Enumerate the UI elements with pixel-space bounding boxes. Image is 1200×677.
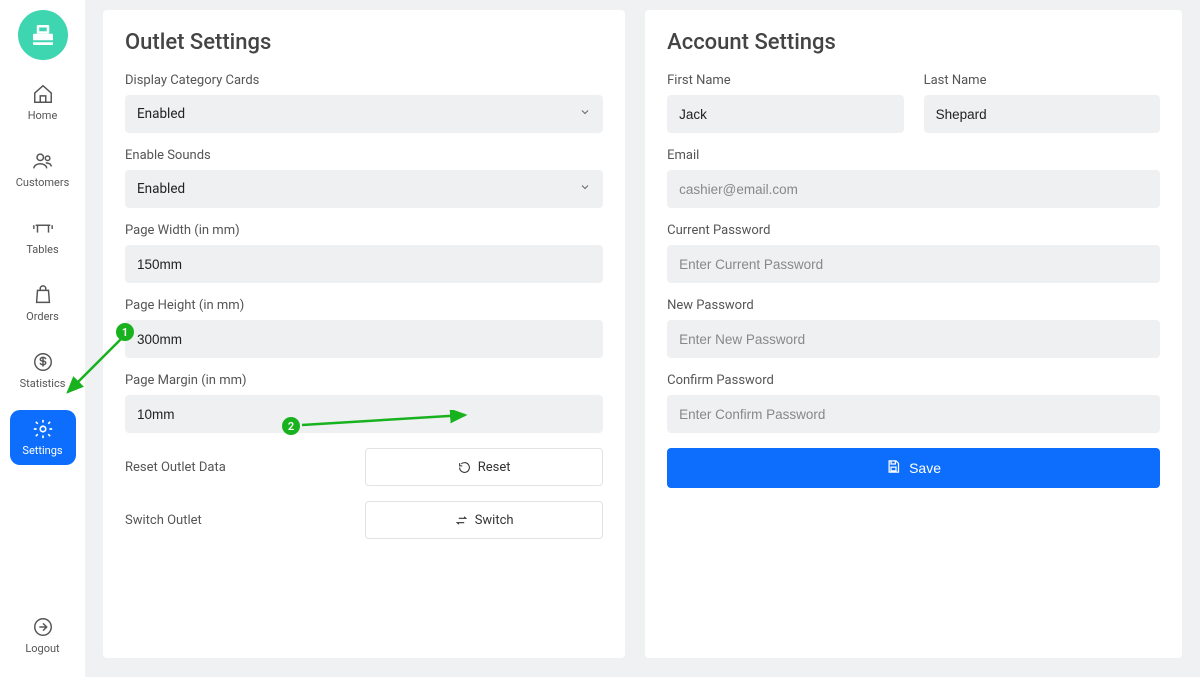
last-name-value[interactable] [936, 95, 1148, 133]
current-password-input[interactable] [667, 245, 1160, 283]
confirm-password-value[interactable] [679, 395, 1148, 433]
display-cards-select[interactable]: Enabled [125, 95, 603, 133]
nav-label: Customers [16, 176, 70, 189]
enable-sounds-label: Enable Sounds [125, 148, 603, 163]
new-password-value[interactable] [679, 320, 1148, 358]
new-password-input[interactable] [667, 320, 1160, 358]
new-password-field: New Password [667, 298, 1160, 358]
reset-button[interactable]: Reset [365, 448, 603, 486]
confirm-password-label: Confirm Password [667, 373, 1160, 388]
nav-label: Settings [22, 444, 62, 457]
page-width-label: Page Width (in mm) [125, 223, 603, 238]
confirm-password-input[interactable] [667, 395, 1160, 433]
chevron-down-icon [579, 181, 591, 197]
nav-label: Tables [26, 243, 58, 256]
save-button-label: Save [909, 460, 941, 476]
nav-logout[interactable]: Logout [10, 608, 76, 663]
last-name-field: Last Name [924, 73, 1160, 133]
confirm-password-field: Confirm Password [667, 373, 1160, 433]
page-height-value[interactable] [137, 320, 591, 358]
save-button[interactable]: Save [667, 448, 1160, 488]
refresh-icon [458, 460, 472, 474]
page-margin-input[interactable] [125, 395, 603, 433]
email-value[interactable] [679, 170, 1148, 208]
email-field: Email [667, 148, 1160, 208]
chevron-down-icon [579, 106, 591, 122]
nav-label: Home [28, 109, 58, 122]
switch-row: Switch Outlet Switch [125, 501, 603, 539]
swap-icon [455, 513, 469, 527]
save-icon [886, 459, 901, 477]
page-height-label: Page Height (in mm) [125, 298, 603, 313]
reset-row: Reset Outlet Data Reset [125, 448, 603, 486]
outlet-settings-panel: Outlet Settings Display Category Cards E… [103, 10, 625, 658]
page-margin-field: Page Margin (in mm) [125, 373, 603, 433]
users-icon [32, 150, 54, 172]
switch-button[interactable]: Switch [365, 501, 603, 539]
first-name-value[interactable] [679, 95, 891, 133]
nav-label: Statistics [20, 377, 66, 390]
last-name-label: Last Name [924, 73, 1160, 88]
nav-tables[interactable]: Tables [10, 209, 76, 264]
first-name-label: First Name [667, 73, 903, 88]
page-margin-value[interactable] [137, 395, 591, 433]
page-height-input[interactable] [125, 320, 603, 358]
nav-home[interactable]: Home [10, 75, 76, 130]
page-width-value[interactable] [137, 245, 591, 283]
switch-label: Switch Outlet [125, 513, 202, 528]
display-cards-value: Enabled [137, 106, 185, 122]
reset-button-label: Reset [478, 460, 511, 475]
annotation-badge-2: 2 [282, 417, 300, 435]
cash-register-icon [28, 20, 58, 50]
bag-icon [32, 284, 54, 306]
display-cards-field: Display Category Cards Enabled [125, 73, 603, 133]
email-label: Email [667, 148, 1160, 163]
logout-icon [32, 616, 54, 638]
main-content: Outlet Settings Display Category Cards E… [85, 0, 1200, 677]
gear-icon [32, 418, 54, 440]
nav-label: Logout [25, 642, 59, 655]
nav-orders[interactable]: Orders [10, 276, 76, 331]
first-name-input[interactable] [667, 95, 903, 133]
current-password-label: Current Password [667, 223, 1160, 238]
page-margin-label: Page Margin (in mm) [125, 373, 603, 388]
sidebar: Home Customers Tables Orders Statistics … [0, 0, 85, 677]
current-password-field: Current Password [667, 223, 1160, 283]
page-height-field: Page Height (in mm) [125, 298, 603, 358]
last-name-input[interactable] [924, 95, 1160, 133]
current-password-value[interactable] [679, 245, 1148, 283]
page-width-input[interactable] [125, 245, 603, 283]
enable-sounds-field: Enable Sounds Enabled [125, 148, 603, 208]
outlet-title: Outlet Settings [125, 30, 603, 55]
nav-label: Orders [26, 310, 59, 323]
switch-button-label: Switch [475, 513, 514, 528]
new-password-label: New Password [667, 298, 1160, 313]
account-settings-panel: Account Settings First Name Last Name Em… [645, 10, 1182, 658]
nav-settings[interactable]: Settings [10, 410, 76, 465]
dollar-icon [32, 351, 54, 373]
first-name-field: First Name [667, 73, 903, 133]
page-width-field: Page Width (in mm) [125, 223, 603, 283]
nav-statistics[interactable]: Statistics [10, 343, 76, 398]
nav-customers[interactable]: Customers [10, 142, 76, 197]
reset-label: Reset Outlet Data [125, 460, 226, 475]
account-title: Account Settings [667, 30, 1160, 55]
annotation-badge-1: 1 [116, 323, 134, 341]
enable-sounds-value: Enabled [137, 181, 185, 197]
display-cards-label: Display Category Cards [125, 73, 603, 88]
home-icon [32, 83, 54, 105]
enable-sounds-select[interactable]: Enabled [125, 170, 603, 208]
app-logo [18, 10, 68, 60]
table-icon [32, 217, 54, 239]
email-input[interactable] [667, 170, 1160, 208]
